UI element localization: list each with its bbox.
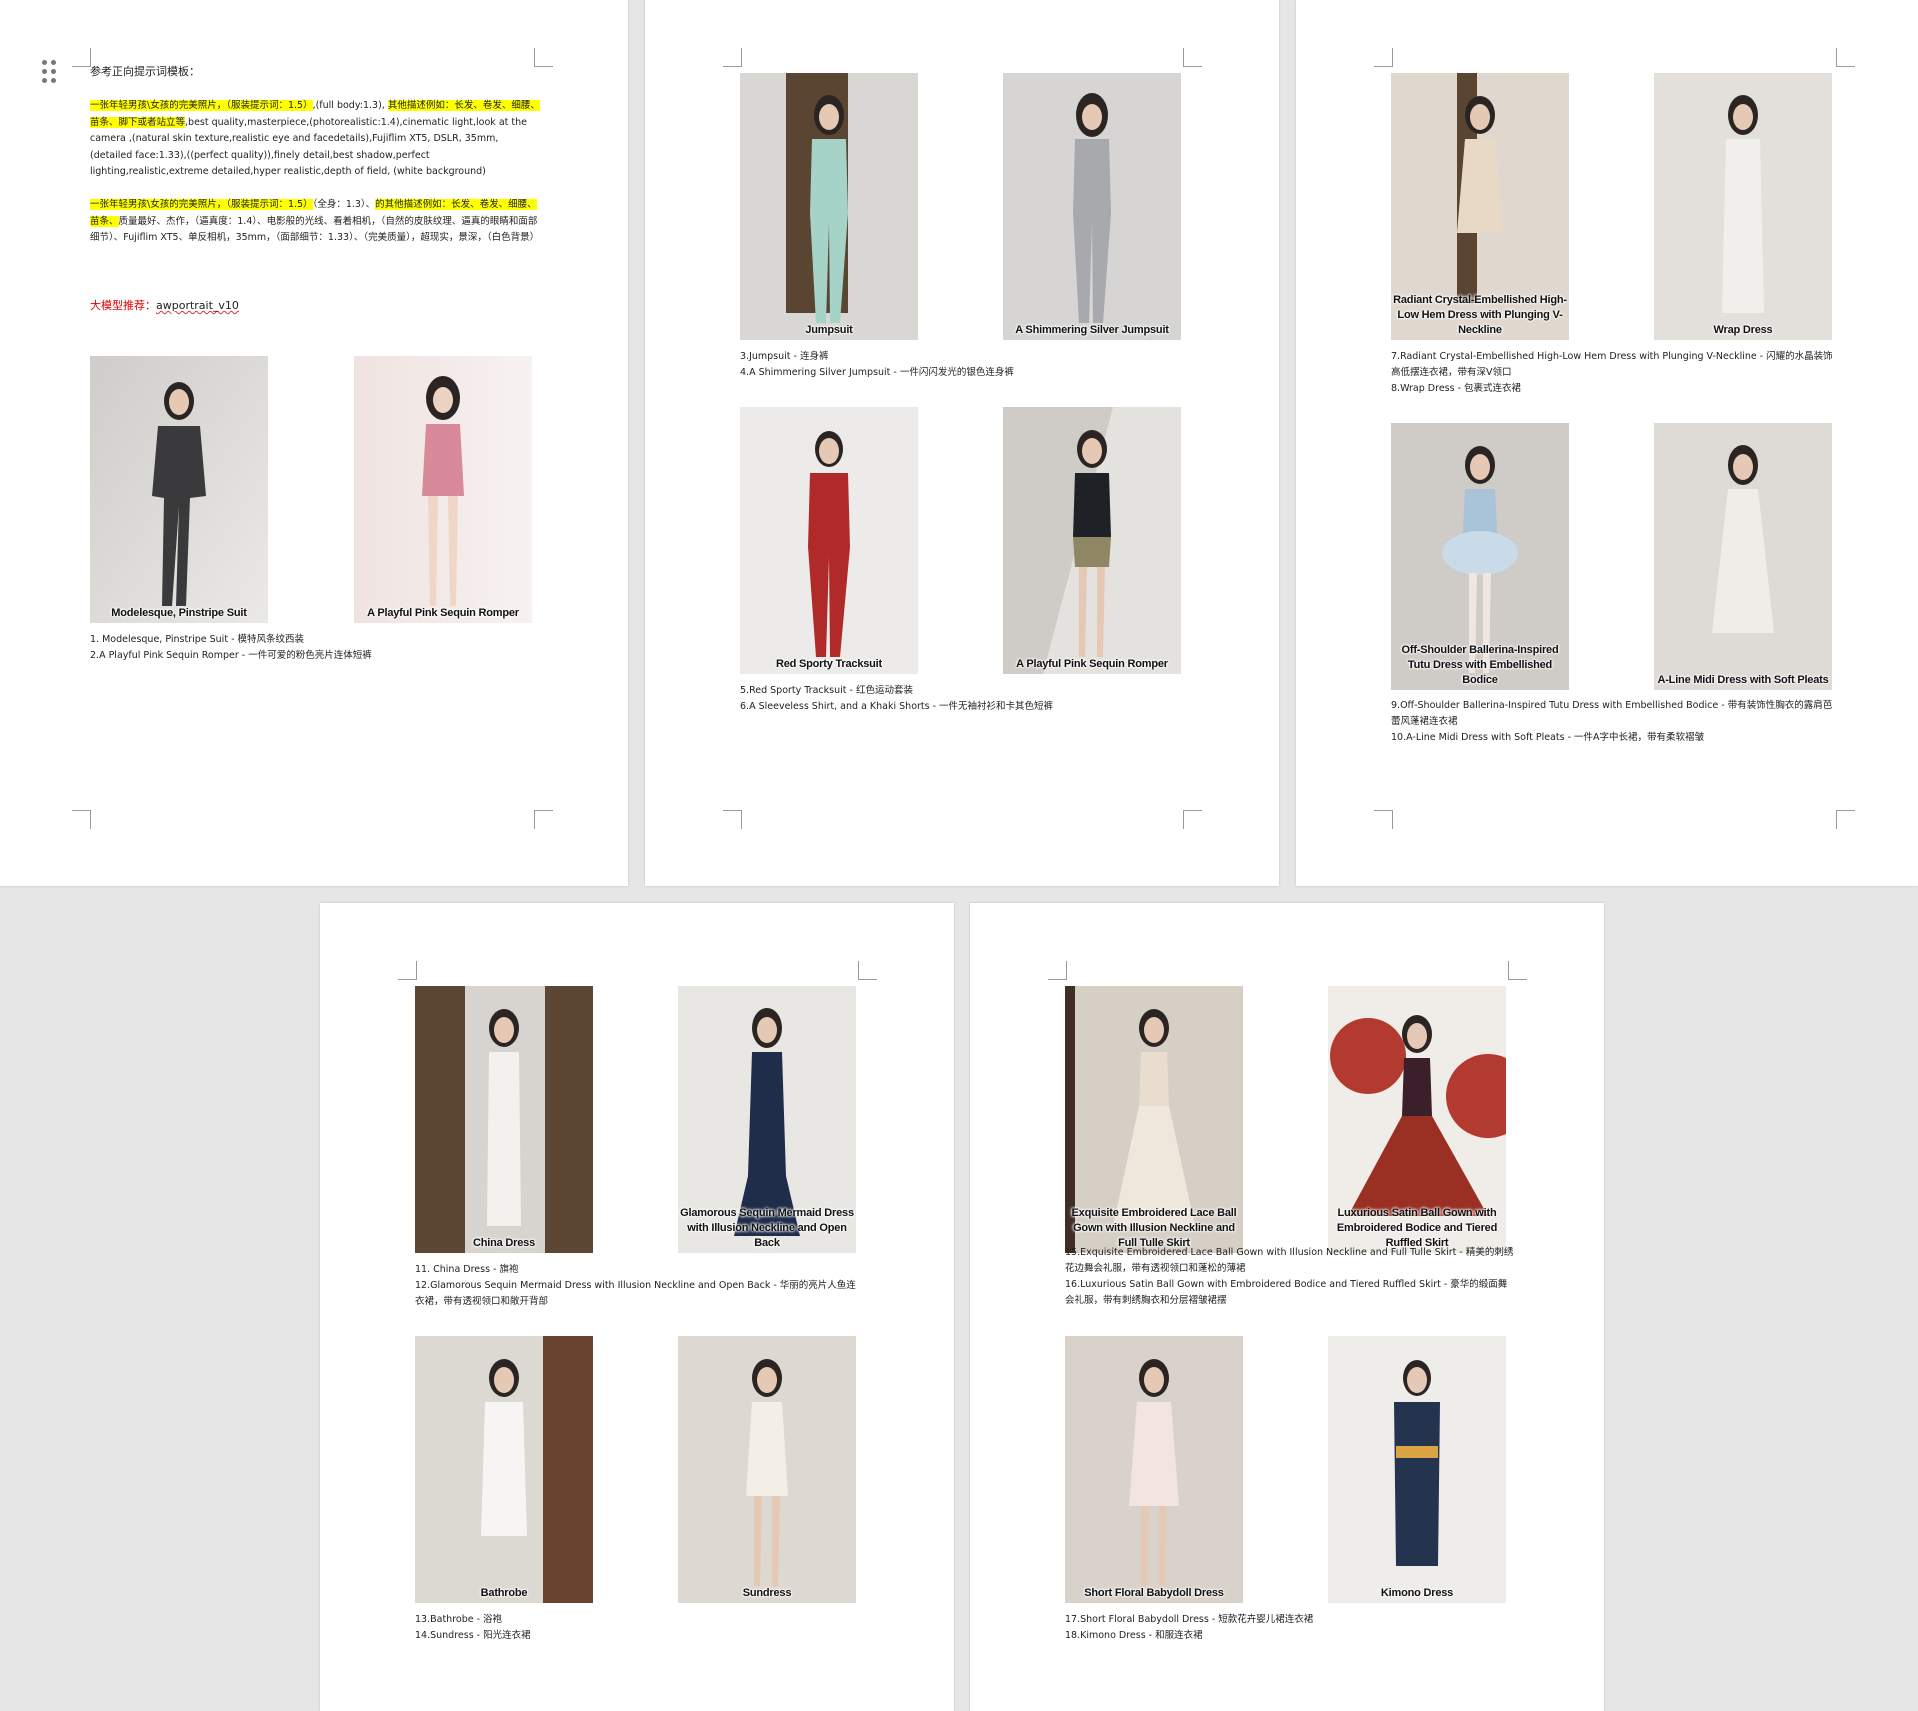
margin-corner-mark	[723, 48, 742, 67]
photo-caption: Sundress	[742, 1587, 792, 1599]
photo-caption: A Shimmering Silver Jumpsuit	[1015, 324, 1169, 336]
document-page-4: China Dress Glamorous Sequin Mermaid Dre…	[320, 903, 954, 1711]
fashion-photo: Short Floral Babydoll Dress	[1065, 1336, 1243, 1603]
description-line: 1. Modelesque, Pinstripe Suit - 模特风条纹西装	[90, 634, 305, 645]
description-line: 3.Jumpsuit - 连身裤	[740, 351, 829, 362]
document-page-3: Radiant Crystal-Embellished High-Low Hem…	[1296, 0, 1918, 886]
model-label: 大模型推荐：	[90, 299, 156, 312]
margin-corner-mark	[1508, 961, 1527, 980]
description-line: 16.Luxurious Satin Ball Gown with Embroi…	[1065, 1279, 1508, 1306]
highlighted-text: 一张年轻男孩\女孩的完美照片，（服装提示词：1.5）	[90, 199, 313, 210]
description-line: 6.A Sleeveless Shirt, and a Khaki Shorts…	[740, 701, 1054, 712]
photo-caption: A Playful Pink Sequin Romper	[367, 607, 519, 619]
prompt-template-heading: 参考正向提示词模板：	[90, 65, 200, 78]
fashion-photo: Glamorous Sequin Mermaid Dress with Illu…	[678, 986, 856, 1253]
description-line: 9.Off-Shoulder Ballerina-Inspired Tutu D…	[1391, 700, 1833, 727]
description-line: 7.Radiant Crystal-Embellished High-Low H…	[1391, 351, 1833, 378]
margin-corner-mark	[1183, 48, 1202, 67]
margin-corner-mark	[1048, 961, 1067, 980]
grip-dots-icon[interactable]	[42, 60, 60, 88]
item-descriptions: 11. China Dress - 旗袍 12.Glamorous Sequin…	[415, 1262, 865, 1310]
fashion-photo: Off-Shoulder Ballerina-Inspired Tutu Dre…	[1391, 423, 1569, 690]
document-page-2: Jumpsuit A Shimmering Silver Jumpsuit 3.…	[645, 0, 1279, 886]
photo-caption: A-Line Midi Dress with Soft Pleats	[1657, 674, 1829, 686]
fashion-photo: A Shimmering Silver Jumpsuit	[1003, 73, 1181, 340]
fashion-photo: Red Sporty Tracksuit	[740, 407, 918, 674]
description-line: 13.Bathrobe - 浴袍	[415, 1614, 503, 1625]
margin-corner-mark	[1836, 48, 1855, 67]
photo-caption: China Dress	[473, 1237, 535, 1249]
description-line: 4.A Shimmering Silver Jumpsuit - 一件闪闪发光的…	[740, 367, 1014, 378]
fashion-photo: Exquisite Embroidered Lace Ball Gown wit…	[1065, 986, 1243, 1253]
fashion-photo: China Dress	[415, 986, 593, 1253]
prompt-english: 一张年轻男孩\女孩的完美照片，（服装提示词：1.5）,(full body:1.…	[90, 98, 540, 181]
description-line: 8.Wrap Dress - 包裹式连衣裙	[1391, 383, 1522, 394]
description-line: 10.A-Line Midi Dress with Soft Pleats - …	[1391, 732, 1705, 743]
margin-corner-mark	[534, 810, 553, 829]
model-recommendation: 大模型推荐：awportrait_v10	[90, 298, 239, 315]
item-descriptions: 13.Bathrobe - 浴袍 14.Sundress - 阳光连衣裙	[415, 1612, 865, 1644]
photo-caption: Modelesque, Pinstripe Suit	[111, 607, 247, 619]
photo-caption: Jumpsuit	[805, 324, 853, 336]
model-name: awportrait_v10	[156, 299, 239, 312]
margin-corner-mark	[723, 810, 742, 829]
fashion-photo: Wrap Dress	[1654, 73, 1832, 340]
margin-corner-mark	[534, 48, 553, 67]
fashion-photo: A Playful Pink Sequin Romper	[354, 356, 532, 623]
margin-corner-mark	[858, 961, 877, 980]
fashion-photo: Kimono Dress	[1328, 1336, 1506, 1603]
prompt-text: （全身：1.3）、	[312, 199, 376, 210]
fashion-photo: Modelesque, Pinstripe Suit	[90, 356, 268, 623]
document-page-1: 参考正向提示词模板： 一张年轻男孩\女孩的完美照片，（服装提示词：1.5）,(f…	[0, 0, 628, 886]
margin-corner-mark	[1374, 48, 1393, 67]
item-descriptions: 3.Jumpsuit - 连身裤 4.A Shimmering Silver J…	[740, 349, 1190, 381]
item-descriptions: 15.Exquisite Embroidered Lace Ball Gown …	[1065, 1245, 1515, 1309]
description-line: 11. China Dress - 旗袍	[415, 1264, 519, 1275]
prompt-text: 质量最好、杰作，（逼真度：1.4）、电影般的光线、看着相机，（自然的皮肤纹理、逼…	[90, 215, 540, 244]
margin-corner-mark	[1836, 810, 1855, 829]
fashion-photo: Radiant Crystal-Embellished High-Low Hem…	[1391, 73, 1569, 340]
prompt-chinese: 一张年轻男孩\女孩的完美照片，（服装提示词：1.5）（全身：1.3）、的其他描述…	[90, 197, 540, 247]
photo-caption: Off-Shoulder Ballerina-Inspired Tutu Dre…	[1401, 644, 1559, 686]
fashion-photo: Jumpsuit	[740, 73, 918, 340]
item-descriptions: 17.Short Floral Babydoll Dress - 短款花卉婴儿裙…	[1065, 1612, 1515, 1644]
fashion-photo: A Playful Pink Sequin Romper	[1003, 407, 1181, 674]
description-line: 17.Short Floral Babydoll Dress - 短款花卉婴儿裙…	[1065, 1614, 1314, 1625]
fashion-photo: A-Line Midi Dress with Soft Pleats	[1654, 423, 1832, 690]
margin-corner-mark	[1374, 810, 1393, 829]
item-descriptions: 7.Radiant Crystal-Embellished High-Low H…	[1391, 349, 1841, 397]
margin-corner-mark	[398, 961, 417, 980]
fashion-photo: Sundress	[678, 1336, 856, 1603]
photo-caption: Kimono Dress	[1380, 1587, 1454, 1599]
item-descriptions: 9.Off-Shoulder Ballerina-Inspired Tutu D…	[1391, 698, 1841, 746]
item-descriptions: 5.Red Sporty Tracksuit - 红色运动套装 6.A Slee…	[740, 683, 1190, 715]
fashion-photo: Luxurious Satin Ball Gown with Embroider…	[1328, 986, 1506, 1253]
prompt-text: ,(full body:1.3),	[312, 100, 388, 111]
item-descriptions: 1. Modelesque, Pinstripe Suit - 模特风条纹西装 …	[90, 632, 530, 664]
description-line: 14.Sundress - 阳光连衣裙	[415, 1630, 531, 1641]
description-line: 5.Red Sporty Tracksuit - 红色运动套装	[740, 685, 913, 696]
photo-caption: Glamorous Sequin Mermaid Dress with Illu…	[680, 1207, 854, 1249]
photo-caption: A Playful Pink Sequin Romper	[1016, 658, 1168, 670]
margin-corner-mark	[1183, 810, 1202, 829]
description-line: 18.Kimono Dress - 和服连衣裙	[1065, 1630, 1203, 1641]
description-line: 12.Glamorous Sequin Mermaid Dress with I…	[415, 1280, 856, 1307]
highlighted-text: 一张年轻男孩\女孩的完美照片，（服装提示词：1.5）	[90, 100, 313, 111]
photo-caption: Short Floral Babydoll Dress	[1084, 1587, 1224, 1599]
margin-corner-mark	[72, 48, 91, 67]
photo-caption: Red Sporty Tracksuit	[775, 658, 883, 670]
fashion-photo: Bathrobe	[415, 1336, 593, 1603]
description-line: 15.Exquisite Embroidered Lace Ball Gown …	[1065, 1247, 1514, 1274]
document-page-5: Exquisite Embroidered Lace Ball Gown wit…	[970, 903, 1604, 1711]
photo-caption: Wrap Dress	[1713, 324, 1773, 336]
description-line: 2.A Playful Pink Sequin Romper - 一件可爱的粉色…	[90, 650, 372, 661]
photo-caption: Bathrobe	[480, 1587, 528, 1599]
photo-caption: Radiant Crystal-Embellished High-Low Hem…	[1393, 294, 1567, 336]
margin-corner-mark	[72, 810, 91, 829]
